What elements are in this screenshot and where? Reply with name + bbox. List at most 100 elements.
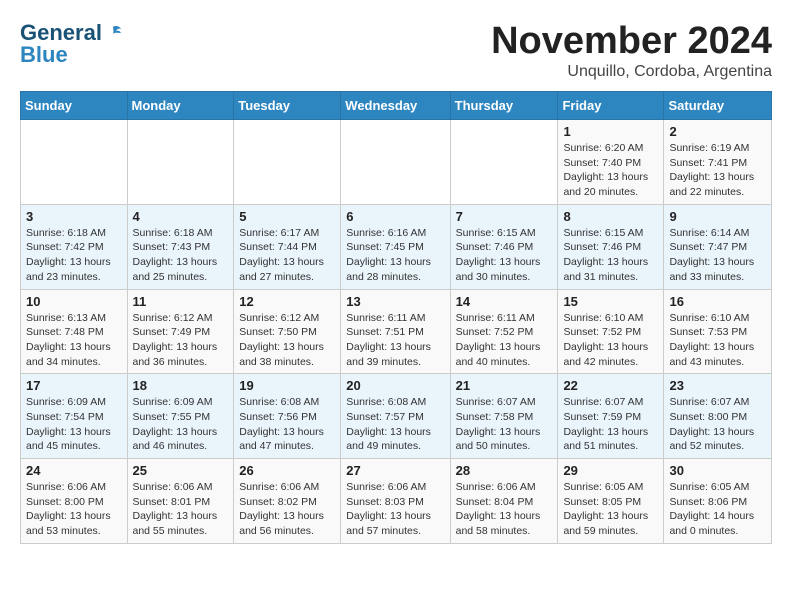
calendar-cell: 2 Sunrise: 6:19 AM Sunset: 7:41 PM Daylig… xyxy=(664,120,772,205)
day-number: 26 xyxy=(239,463,335,478)
calendar-cell: 19 Sunrise: 6:08 AM Sunset: 7:56 PM Dayli… xyxy=(234,374,341,459)
day-number: 8 xyxy=(563,209,658,224)
day-info: Sunrise: 6:18 AM Sunset: 7:42 PM Dayligh… xyxy=(26,226,122,285)
day-info: Sunrise: 6:12 AM Sunset: 7:49 PM Dayligh… xyxy=(133,311,229,370)
day-info: Sunrise: 6:19 AM Sunset: 7:41 PM Dayligh… xyxy=(669,141,766,200)
day-number: 13 xyxy=(346,294,444,309)
day-info: Sunrise: 6:13 AM Sunset: 7:48 PM Dayligh… xyxy=(26,311,122,370)
calendar-cell: 29 Sunrise: 6:05 AM Sunset: 8:05 PM Dayli… xyxy=(558,459,664,544)
header: General Blue November 2024 Unquillo, Cor… xyxy=(20,20,772,81)
calendar-cell: 4Sunrise: 6:18 AM Sunset: 7:43 PM Daylig… xyxy=(127,204,234,289)
day-info: Sunrise: 6:14 AM Sunset: 7:47 PM Dayligh… xyxy=(669,226,766,285)
calendar-cell: 14 Sunrise: 6:11 AM Sunset: 7:52 PM Dayli… xyxy=(450,289,558,374)
calendar: SundayMondayTuesdayWednesdayThursdayFrid… xyxy=(20,91,772,544)
calendar-week-row: 3 Sunrise: 6:18 AM Sunset: 7:42 PM Daylig… xyxy=(21,204,772,289)
calendar-cell: 7Sunrise: 6:15 AM Sunset: 7:46 PM Daylig… xyxy=(450,204,558,289)
day-info: Sunrise: 6:08 AM Sunset: 7:56 PM Dayligh… xyxy=(239,395,335,454)
logo-bird-icon xyxy=(104,24,122,42)
day-number: 7 xyxy=(456,209,553,224)
calendar-cell xyxy=(234,120,341,205)
logo: General Blue xyxy=(20,20,122,68)
day-number: 28 xyxy=(456,463,553,478)
day-number: 17 xyxy=(26,378,122,393)
calendar-cell: 6Sunrise: 6:16 AM Sunset: 7:45 PM Daylig… xyxy=(341,204,450,289)
day-info: Sunrise: 6:09 AM Sunset: 7:54 PM Dayligh… xyxy=(26,395,122,454)
day-number: 24 xyxy=(26,463,122,478)
calendar-cell: 16 Sunrise: 6:10 AM Sunset: 7:53 PM Dayli… xyxy=(664,289,772,374)
calendar-cell: 23Sunrise: 6:07 AM Sunset: 8:00 PM Dayli… xyxy=(664,374,772,459)
day-info: Sunrise: 6:12 AM Sunset: 7:50 PM Dayligh… xyxy=(239,311,335,370)
day-info: Sunrise: 6:06 AM Sunset: 8:01 PM Dayligh… xyxy=(133,480,229,539)
day-info: Sunrise: 6:11 AM Sunset: 7:52 PM Dayligh… xyxy=(456,311,553,370)
day-number: 27 xyxy=(346,463,444,478)
day-number: 10 xyxy=(26,294,122,309)
day-number: 5 xyxy=(239,209,335,224)
calendar-cell: 20Sunrise: 6:08 AM Sunset: 7:57 PM Dayli… xyxy=(341,374,450,459)
day-number: 19 xyxy=(239,378,335,393)
calendar-cell: 8 Sunrise: 6:15 AM Sunset: 7:46 PM Daylig… xyxy=(558,204,664,289)
day-info: Sunrise: 6:06 AM Sunset: 8:02 PM Dayligh… xyxy=(239,480,335,539)
day-number: 12 xyxy=(239,294,335,309)
calendar-header: SundayMondayTuesdayWednesdayThursdayFrid… xyxy=(21,92,772,120)
calendar-cell: 27 Sunrise: 6:06 AM Sunset: 8:03 PM Dayli… xyxy=(341,459,450,544)
weekday-header: Wednesday xyxy=(341,92,450,120)
day-number: 9 xyxy=(669,209,766,224)
calendar-cell: 3 Sunrise: 6:18 AM Sunset: 7:42 PM Daylig… xyxy=(21,204,128,289)
day-info: Sunrise: 6:06 AM Sunset: 8:04 PM Dayligh… xyxy=(456,480,553,539)
calendar-cell: 17 Sunrise: 6:09 AM Sunset: 7:54 PM Dayli… xyxy=(21,374,128,459)
calendar-week-row: 10 Sunrise: 6:13 AM Sunset: 7:48 PM Dayli… xyxy=(21,289,772,374)
calendar-cell: 13Sunrise: 6:11 AM Sunset: 7:51 PM Dayli… xyxy=(341,289,450,374)
day-info: Sunrise: 6:20 AM Sunset: 7:40 PM Dayligh… xyxy=(563,141,658,200)
day-info: Sunrise: 6:15 AM Sunset: 7:46 PM Dayligh… xyxy=(563,226,658,285)
day-info: Sunrise: 6:07 AM Sunset: 7:59 PM Dayligh… xyxy=(563,395,658,454)
calendar-cell: 10 Sunrise: 6:13 AM Sunset: 7:48 PM Dayli… xyxy=(21,289,128,374)
weekday-header: Monday xyxy=(127,92,234,120)
day-info: Sunrise: 6:07 AM Sunset: 7:58 PM Dayligh… xyxy=(456,395,553,454)
calendar-cell: 5 Sunrise: 6:17 AM Sunset: 7:44 PM Daylig… xyxy=(234,204,341,289)
day-number: 14 xyxy=(456,294,553,309)
calendar-body: 1Sunrise: 6:20 AM Sunset: 7:40 PM Daylig… xyxy=(21,120,772,544)
calendar-cell: 11 Sunrise: 6:12 AM Sunset: 7:49 PM Dayli… xyxy=(127,289,234,374)
day-info: Sunrise: 6:17 AM Sunset: 7:44 PM Dayligh… xyxy=(239,226,335,285)
day-number: 15 xyxy=(563,294,658,309)
calendar-week-row: 24 Sunrise: 6:06 AM Sunset: 8:00 PM Dayli… xyxy=(21,459,772,544)
day-info: Sunrise: 6:10 AM Sunset: 7:53 PM Dayligh… xyxy=(669,311,766,370)
day-info: Sunrise: 6:06 AM Sunset: 8:03 PM Dayligh… xyxy=(346,480,444,539)
day-info: Sunrise: 6:18 AM Sunset: 7:43 PM Dayligh… xyxy=(133,226,229,285)
day-info: Sunrise: 6:10 AM Sunset: 7:52 PM Dayligh… xyxy=(563,311,658,370)
calendar-cell: 22 Sunrise: 6:07 AM Sunset: 7:59 PM Dayli… xyxy=(558,374,664,459)
calendar-cell xyxy=(127,120,234,205)
calendar-cell xyxy=(450,120,558,205)
weekday-header: Friday xyxy=(558,92,664,120)
day-info: Sunrise: 6:09 AM Sunset: 7:55 PM Dayligh… xyxy=(133,395,229,454)
day-info: Sunrise: 6:16 AM Sunset: 7:45 PM Dayligh… xyxy=(346,226,444,285)
calendar-cell: 26 Sunrise: 6:06 AM Sunset: 8:02 PM Dayli… xyxy=(234,459,341,544)
calendar-cell: 24 Sunrise: 6:06 AM Sunset: 8:00 PM Dayli… xyxy=(21,459,128,544)
day-info: Sunrise: 6:06 AM Sunset: 8:00 PM Dayligh… xyxy=(26,480,122,539)
month-title: November 2024 xyxy=(491,20,772,63)
day-number: 2 xyxy=(669,124,766,139)
day-number: 16 xyxy=(669,294,766,309)
weekday-header: Sunday xyxy=(21,92,128,120)
day-number: 20 xyxy=(346,378,444,393)
calendar-week-row: 17 Sunrise: 6:09 AM Sunset: 7:54 PM Dayli… xyxy=(21,374,772,459)
day-number: 3 xyxy=(26,209,122,224)
calendar-cell: 28 Sunrise: 6:06 AM Sunset: 8:04 PM Dayli… xyxy=(450,459,558,544)
day-info: Sunrise: 6:05 AM Sunset: 8:05 PM Dayligh… xyxy=(563,480,658,539)
title-area: November 2024 Unquillo, Cordoba, Argenti… xyxy=(491,20,772,81)
day-number: 22 xyxy=(563,378,658,393)
calendar-cell: 21Sunrise: 6:07 AM Sunset: 7:58 PM Dayli… xyxy=(450,374,558,459)
day-number: 29 xyxy=(563,463,658,478)
calendar-cell: 30Sunrise: 6:05 AM Sunset: 8:06 PM Dayli… xyxy=(664,459,772,544)
calendar-cell xyxy=(341,120,450,205)
day-number: 25 xyxy=(133,463,229,478)
day-number: 30 xyxy=(669,463,766,478)
calendar-cell: 15 Sunrise: 6:10 AM Sunset: 7:52 PM Dayli… xyxy=(558,289,664,374)
weekday-header: Thursday xyxy=(450,92,558,120)
calendar-cell: 25 Sunrise: 6:06 AM Sunset: 8:01 PM Dayli… xyxy=(127,459,234,544)
day-info: Sunrise: 6:07 AM Sunset: 8:00 PM Dayligh… xyxy=(669,395,766,454)
day-number: 11 xyxy=(133,294,229,309)
day-number: 18 xyxy=(133,378,229,393)
calendar-week-row: 1Sunrise: 6:20 AM Sunset: 7:40 PM Daylig… xyxy=(21,120,772,205)
calendar-cell xyxy=(21,120,128,205)
